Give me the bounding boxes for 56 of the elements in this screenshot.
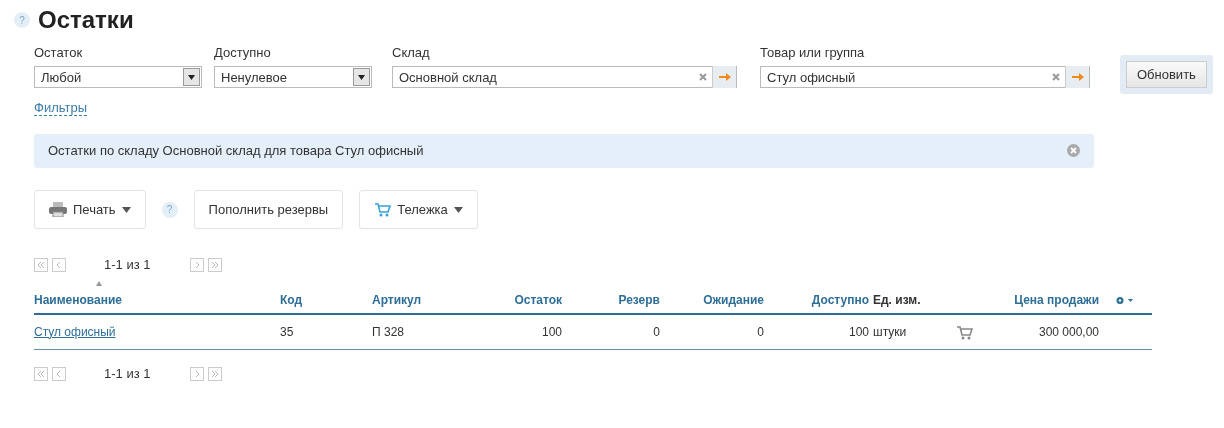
column-header[interactable]: Доступно	[764, 284, 869, 314]
filters-link[interactable]: Фильтры	[34, 100, 87, 117]
caret-icon	[121, 206, 131, 213]
dropdown-field[interactable]: Ненулевое	[214, 66, 372, 89]
lookup-field[interactable]: Стул офисный	[760, 66, 1090, 89]
column-header[interactable]: Код	[280, 284, 372, 314]
page-count: 1-1 из 1	[104, 256, 151, 275]
caret-icon	[453, 206, 463, 213]
page-count: 1-1 из 1	[104, 364, 151, 383]
field-label: Доступно	[214, 43, 272, 62]
dropdown-button[interactable]: Печать	[34, 189, 146, 230]
first-page-icon	[34, 366, 48, 381]
printer-icon	[49, 202, 67, 218]
column-header[interactable]: Цена продажи	[984, 284, 1099, 314]
arrow-right-icon	[718, 72, 731, 83]
table-cell: 100	[462, 313, 562, 350]
table-cell: 100	[764, 313, 869, 350]
column-header: Ед. изм.	[869, 284, 984, 314]
next-page-icon	[190, 366, 205, 381]
info-text: Остатки по складу Основной склад для товара Стул офисный	[48, 142, 424, 161]
clear-icon	[699, 73, 707, 82]
table-cell: 0	[660, 313, 764, 350]
next-page-icon	[190, 258, 205, 273]
caret-icon	[188, 74, 195, 80]
close-icon	[1067, 144, 1080, 158]
last-page-icon	[208, 258, 223, 273]
toolbar-button[interactable]: Пополнить резервы	[193, 189, 344, 230]
lookup-field[interactable]: Основной склад	[392, 66, 737, 89]
table-cell: П 328	[372, 313, 462, 350]
field-label: Склад	[392, 43, 431, 62]
column-header[interactable]: Остаток	[462, 284, 562, 314]
table-cell: штуки	[869, 313, 944, 350]
field-label: Товар или группа	[760, 43, 866, 62]
refresh-button[interactable]: Обновить	[1126, 60, 1207, 89]
table-cell: 300 000,00	[984, 313, 1099, 350]
item-link[interactable]: Стул офисный	[34, 324, 116, 339]
previous-page-icon	[52, 366, 66, 381]
dropdown-button[interactable]: Тележка	[359, 189, 478, 230]
clear-icon	[1052, 73, 1060, 82]
field-label: Остаток	[34, 43, 84, 62]
page-title: Остатки	[38, 6, 134, 35]
cart-icon	[955, 324, 973, 341]
first-page-icon	[34, 258, 48, 273]
dropdown-field[interactable]: Любой	[34, 66, 202, 89]
table-cell: 35	[280, 313, 372, 350]
column-header[interactable]: Резерв	[562, 284, 660, 314]
previous-page-icon	[52, 258, 66, 273]
column-header[interactable]: Ожидание	[660, 284, 764, 314]
last-page-icon	[208, 366, 223, 381]
arrow-right-icon	[1071, 72, 1084, 83]
column-header[interactable]: Наименование	[34, 284, 280, 314]
sort-icon	[96, 280, 102, 286]
table-cell: 0	[562, 313, 660, 350]
column-header[interactable]: Артикул	[372, 284, 462, 314]
cart-icon	[374, 201, 392, 218]
caret-icon	[358, 74, 365, 80]
